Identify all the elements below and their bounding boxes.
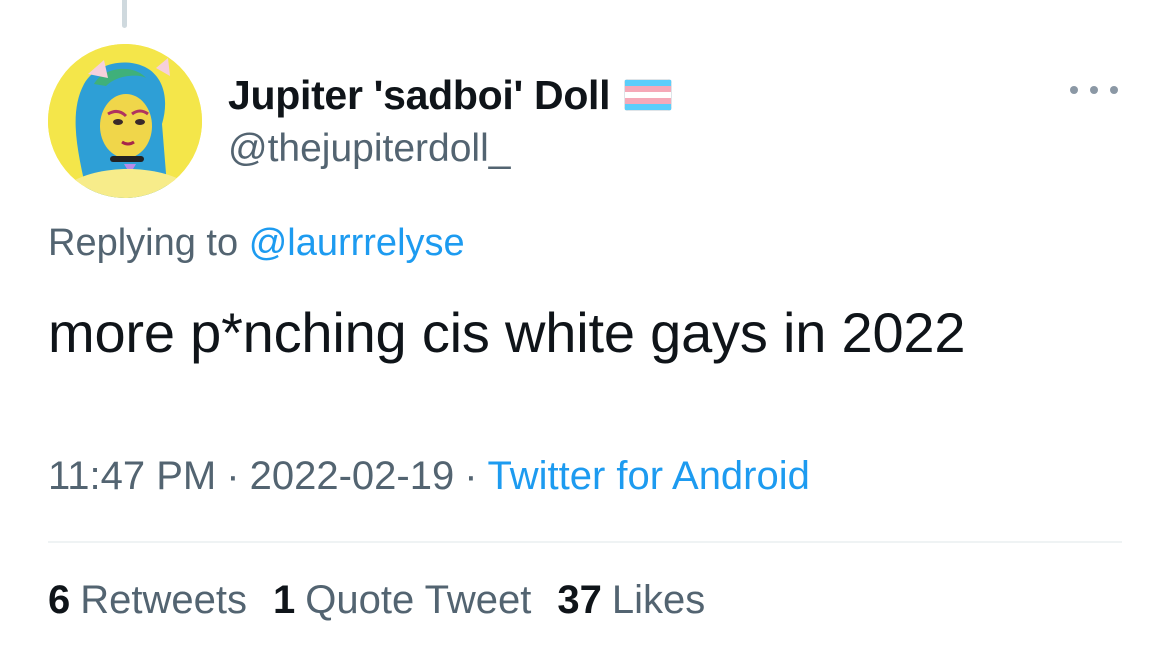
meta-separator: · [226, 454, 240, 498]
author-name-row: Jupiter 'sadboi' Doll [228, 70, 673, 120]
quote-tweets-count: 1 [273, 578, 296, 622]
retweets-count: 6 [48, 578, 71, 622]
divider [48, 541, 1122, 543]
replying-to-mention[interactable]: @laurrrelyse [249, 222, 465, 264]
more-dot [1090, 86, 1098, 94]
meta-separator: · [464, 454, 478, 498]
tweet-metadata: 11:47 PM · 2022-02-19 · Twitter for Andr… [48, 454, 810, 499]
likes-count: 37 [557, 578, 602, 622]
more-dot [1070, 86, 1078, 94]
more-options-icon[interactable] [1070, 78, 1118, 102]
user-handle[interactable]: @thejupiterdoll_ [228, 127, 510, 171]
thread-connector-line [122, 0, 127, 28]
retweets-label: Retweets [80, 578, 247, 622]
tweet-time[interactable]: 11:47 PM [48, 454, 216, 499]
engagement-stats: 6 Retweets 1 Quote Tweet 37 Likes [48, 578, 705, 623]
avatar-illustration [48, 44, 202, 198]
quote-tweets-label: Quote Tweet [305, 578, 532, 622]
quote-tweets-stat[interactable]: 1 Quote Tweet [273, 578, 531, 623]
tweet-source-link[interactable]: Twitter for Android [488, 454, 810, 499]
replying-to-label: Replying to [48, 222, 239, 264]
likes-label: Likes [611, 578, 706, 622]
display-name[interactable]: Jupiter 'sadboi' Doll [228, 72, 611, 119]
more-dot [1110, 86, 1118, 94]
tweet-text: more p*nching cis white gays in 2022 [48, 301, 966, 364]
avatar[interactable] [48, 44, 202, 198]
likes-stat[interactable]: 37 Likes [557, 578, 705, 623]
retweets-stat[interactable]: 6 Retweets [48, 578, 247, 623]
transgender-flag-icon [624, 79, 673, 111]
replying-to-line: Replying to @laurrrelyse [48, 222, 465, 265]
tweet-date[interactable]: 2022-02-19 [250, 454, 455, 499]
